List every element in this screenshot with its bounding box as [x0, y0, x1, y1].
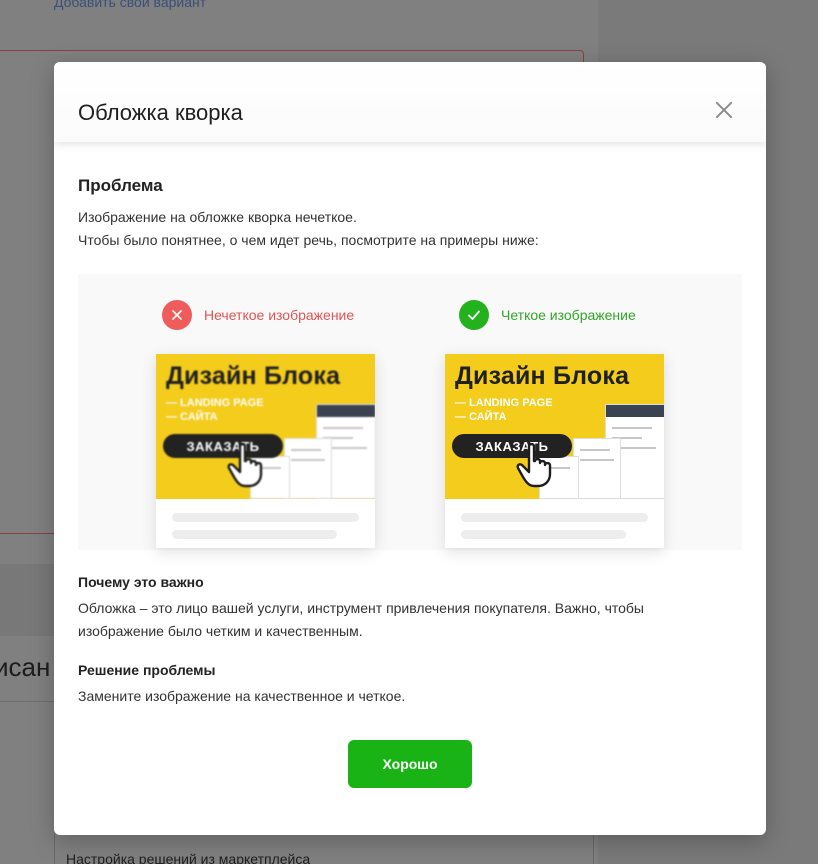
- modal-header: Обложка кворка: [54, 62, 766, 142]
- banner-subline-2: — САЙТА: [455, 411, 507, 423]
- modal-title: Обложка кворка: [78, 100, 243, 125]
- pointer-hand-icon: [227, 442, 263, 488]
- pointer-hand-icon: [516, 442, 552, 488]
- solution-text: Замените изображение на качественное и ч…: [78, 688, 406, 704]
- problem-text-line-1: Изображение на обложке кворка нечеткое.: [78, 209, 357, 225]
- check-icon: [459, 300, 489, 330]
- banner-subline-1: — LANDING PAGE: [455, 397, 553, 409]
- x-icon: [162, 300, 192, 330]
- problem-text-line-2: Чтобы было понятнее, о чем идет речь, по…: [78, 232, 539, 248]
- subtitle-placeholder: [172, 530, 337, 539]
- bad-example-text: Нечеткое изображение: [204, 307, 355, 323]
- close-icon[interactable]: [712, 98, 736, 122]
- title-placeholder: [461, 513, 648, 522]
- background-input-text: Настройка решений из маркетплейса: [66, 851, 311, 864]
- problem-title: Проблема: [78, 176, 163, 195]
- title-placeholder: [172, 513, 359, 522]
- blurry-cover-image: Дизайн Блока — LANDING PAGE — САЙТА ЗАКА…: [156, 354, 375, 499]
- clear-cover-image: Дизайн Блока — LANDING PAGE — САЙТА ЗАКА…: [445, 354, 664, 499]
- why-important-text: Обложка – это лицо вашей услуги, инструм…: [78, 600, 644, 639]
- background-heading: исан: [0, 652, 51, 682]
- banner-title: Дизайн Блока: [455, 362, 630, 390]
- subtitle-placeholder: [461, 530, 626, 539]
- solution-title: Решение проблемы: [78, 662, 216, 678]
- mockup-screen: [284, 438, 332, 499]
- add-variant-link[interactable]: Добавить свой вариант: [54, 0, 206, 10]
- bad-example-label: Нечеткое изображение: [162, 300, 354, 330]
- ok-button[interactable]: Хорошо: [348, 740, 472, 788]
- banner-subline-1: — LANDING PAGE: [166, 397, 264, 409]
- good-example-label: Четкое изображение: [459, 300, 636, 330]
- blurry-example-card: Дизайн Блока — LANDING PAGE — САЙТА ЗАКА…: [156, 354, 375, 548]
- banner-title: Дизайн Блока: [166, 362, 341, 390]
- mockup-screen: [573, 438, 621, 499]
- good-example-text: Четкое изображение: [501, 307, 636, 323]
- banner-subline-2: — САЙТА: [166, 411, 218, 423]
- clear-example-card: Дизайн Блока — LANDING PAGE — САЙТА ЗАКА…: [445, 354, 664, 548]
- why-important-title: Почему это важно: [78, 574, 204, 590]
- examples-panel: Нечеткое изображение Четкое изображение …: [78, 274, 742, 550]
- cover-issue-modal: Обложка кворка Проблема Изображение на о…: [54, 62, 766, 835]
